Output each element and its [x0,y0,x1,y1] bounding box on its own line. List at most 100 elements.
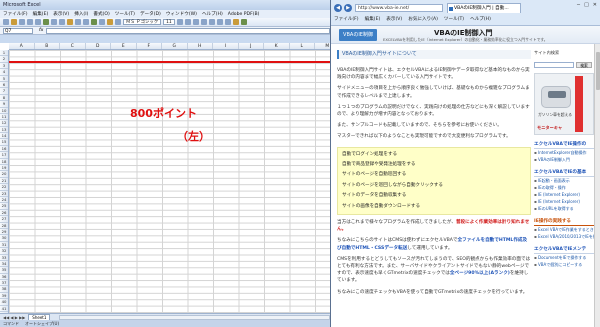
align-right-icon[interactable] [216,19,223,25]
sum-icon[interactable] [91,19,97,25]
excel-menu-insert[interactable]: 挿入(I) [74,11,88,17]
align-center-icon[interactable] [208,19,215,25]
browser-menu-help[interactable]: ヘルプ(H) [470,16,491,22]
column-header[interactable]: H [188,43,213,49]
sidebar-link[interactable]: IE (Internet Explorer) [534,198,594,205]
column-header[interactable]: K [264,43,290,49]
browser-vertical-scrollbar[interactable] [594,44,600,327]
print-icon[interactable] [27,19,33,25]
address-bar[interactable]: http://www.vba-ie.net/ [355,4,443,12]
column-header[interactable]: M [315,43,330,49]
sidebar-link[interactable]: IE (Internet Explorer) [534,191,594,198]
sidebar-link[interactable]: IEのURLを取得する [534,205,594,212]
excel-menu-adobe-pdf[interactable]: Adobe PDF(B) [228,12,260,17]
site-search: 検索 [534,62,594,68]
paste-icon[interactable] [67,19,73,25]
sidebar-link[interactable]: Excel VBA/2010/2013でIEを操作する [534,233,594,240]
back-arrow-icon[interactable]: ◀ [334,4,342,12]
spell-icon[interactable] [43,19,49,25]
font-size-select[interactable]: 11 [163,19,175,25]
chart-icon[interactable] [107,19,113,25]
minimize-button[interactable]: ─ [577,2,580,8]
formula-input[interactable] [46,27,330,34]
site-search-input[interactable] [534,62,574,68]
row-header[interactable]: 41 [0,306,8,313]
column-header[interactable]: B [35,43,60,49]
excel-menu-data[interactable]: データ(D) [140,11,161,17]
column-header[interactable]: L [290,43,315,49]
column-header[interactable]: F [137,43,162,49]
status-command: コマンド [3,320,19,326]
browser-tab[interactable]: VBAのIE制御入門 | 自動... [447,3,521,13]
example-item: 自動で商品登録や受発注処理をする [342,162,416,168]
sample-paragraph: また、サンプルコードも記載していますので、そちらを参考にお使いください。 [337,123,502,129]
font-color-icon[interactable] [240,19,247,25]
browser-menu-view[interactable]: 表示(V) [386,16,402,22]
border-icon[interactable] [224,19,231,25]
sidebar-link[interactable]: VBAのIE制御入門 [534,156,594,163]
open-icon[interactable] [11,19,17,25]
sidebar-section-heading: エクセルVBAでIE操作の [534,141,594,149]
zoom-icon[interactable] [115,19,121,25]
underline-icon[interactable] [192,19,199,25]
excel-menu-format[interactable]: 書式(O) [93,11,109,17]
sidebar-link[interactable]: IEの取得・操作 [534,184,594,191]
column-header[interactable]: J [239,43,264,49]
copy-icon[interactable] [59,19,65,25]
align-left-icon[interactable] [200,19,207,25]
excel-title-bar: Microsoft Excel [0,0,330,10]
excel-menu-tools[interactable]: ツール(T) [115,11,135,17]
name-box[interactable]: Q7 [3,27,33,34]
italic-icon[interactable] [184,19,191,25]
maximize-button[interactable]: □ [584,2,589,8]
scroll-thumb[interactable] [596,52,600,90]
forward-arrow-icon[interactable]: ▶ [344,4,352,12]
browser-menu-file[interactable]: ファイル(F) [334,16,359,22]
annotation-left-label: （左） [177,130,210,143]
cell-area[interactable] [9,50,330,313]
site-search-button[interactable]: 検索 [576,62,592,68]
sidebar-link[interactable]: InternetExplorer自動操作 [534,149,594,156]
sidebar-link[interactable]: DocumentをIEで操作する [534,254,594,261]
cut-icon[interactable] [51,19,57,25]
preview-icon[interactable] [35,19,41,25]
sort-icon[interactable] [99,19,105,25]
font-name-select[interactable]: ＭＳ Ｐゴシック [123,19,162,25]
browser-menu-edit[interactable]: 編集(E) [365,16,381,22]
excel-menu-help[interactable]: ヘルプ(H) [202,11,223,17]
undo-icon[interactable] [75,19,81,25]
excel-menu-window[interactable]: ウィンドウ(W) [166,11,197,17]
fill-color-icon[interactable] [232,19,239,25]
column-header[interactable]: I [213,43,239,49]
advertisement[interactable]: ガソリン車を超える モニターキャ [534,73,594,135]
close-button[interactable]: ✕ [593,2,597,8]
column-header[interactable]: E [111,43,137,49]
column-header[interactable]: D [86,43,111,49]
redo-icon[interactable] [83,19,89,25]
site-logo[interactable]: VBAのIE制御 [339,29,377,41]
bold-icon[interactable] [176,19,183,25]
excel-menu-edit[interactable]: 編集(E) [33,11,49,17]
save-icon[interactable] [19,19,25,25]
excel-menu-view[interactable]: 表示(V) [53,11,69,17]
column-header[interactable]: C [60,43,86,49]
site-search-label: サイト内検索 [534,50,560,55]
browser-menu-favorites[interactable]: お気に入り(A) [408,16,438,22]
column-header[interactable]: G [162,43,188,49]
excel-menu-file[interactable]: ファイル(F) [3,11,28,17]
sidebar-link[interactable]: Excel VBAでIE作業をするときのコツ [534,226,594,233]
row-headers: 1 2 3 4 5 6 7 8 9 10 11 12 13 14 15 16 17 18 19 20 21 22 23 24 2… [0,50,9,313]
fx-icon[interactable]: fx [39,28,43,33]
excel-title: Microsoft Excel [3,2,41,8]
sidebar: サイト内検索 検索 ガソリン車を超える モニターキャ エクセルVBAでIE操作の… [534,44,594,327]
new-icon[interactable] [3,19,9,25]
sidebar-link[interactable]: VBAで個別にコピーする [534,261,594,268]
horizontal-scrollbar[interactable] [59,314,330,320]
sheet-nav-arrows[interactable]: ◀◀ ◀ ▶ ▶▶ [3,315,25,320]
explanation-paragraph: １つ１つのプログラムの説明だけでなく、実践向けの処理の仕方などにも深く解説してい… [337,104,530,118]
worksheet-grid[interactable]: ABCDEFGHIJKLM 1 2 3 4 5 6 7 8 9 10 11 12 13 14 15 16 17 1… [0,43,330,313]
browser-menu-tools[interactable]: ツール(T) [444,16,464,22]
autoshape-menu[interactable]: オートシェイプ(U) [25,321,59,327]
column-header[interactable]: A [9,43,35,49]
sidebar-link[interactable]: IE起動・画面表示 [534,177,594,184]
